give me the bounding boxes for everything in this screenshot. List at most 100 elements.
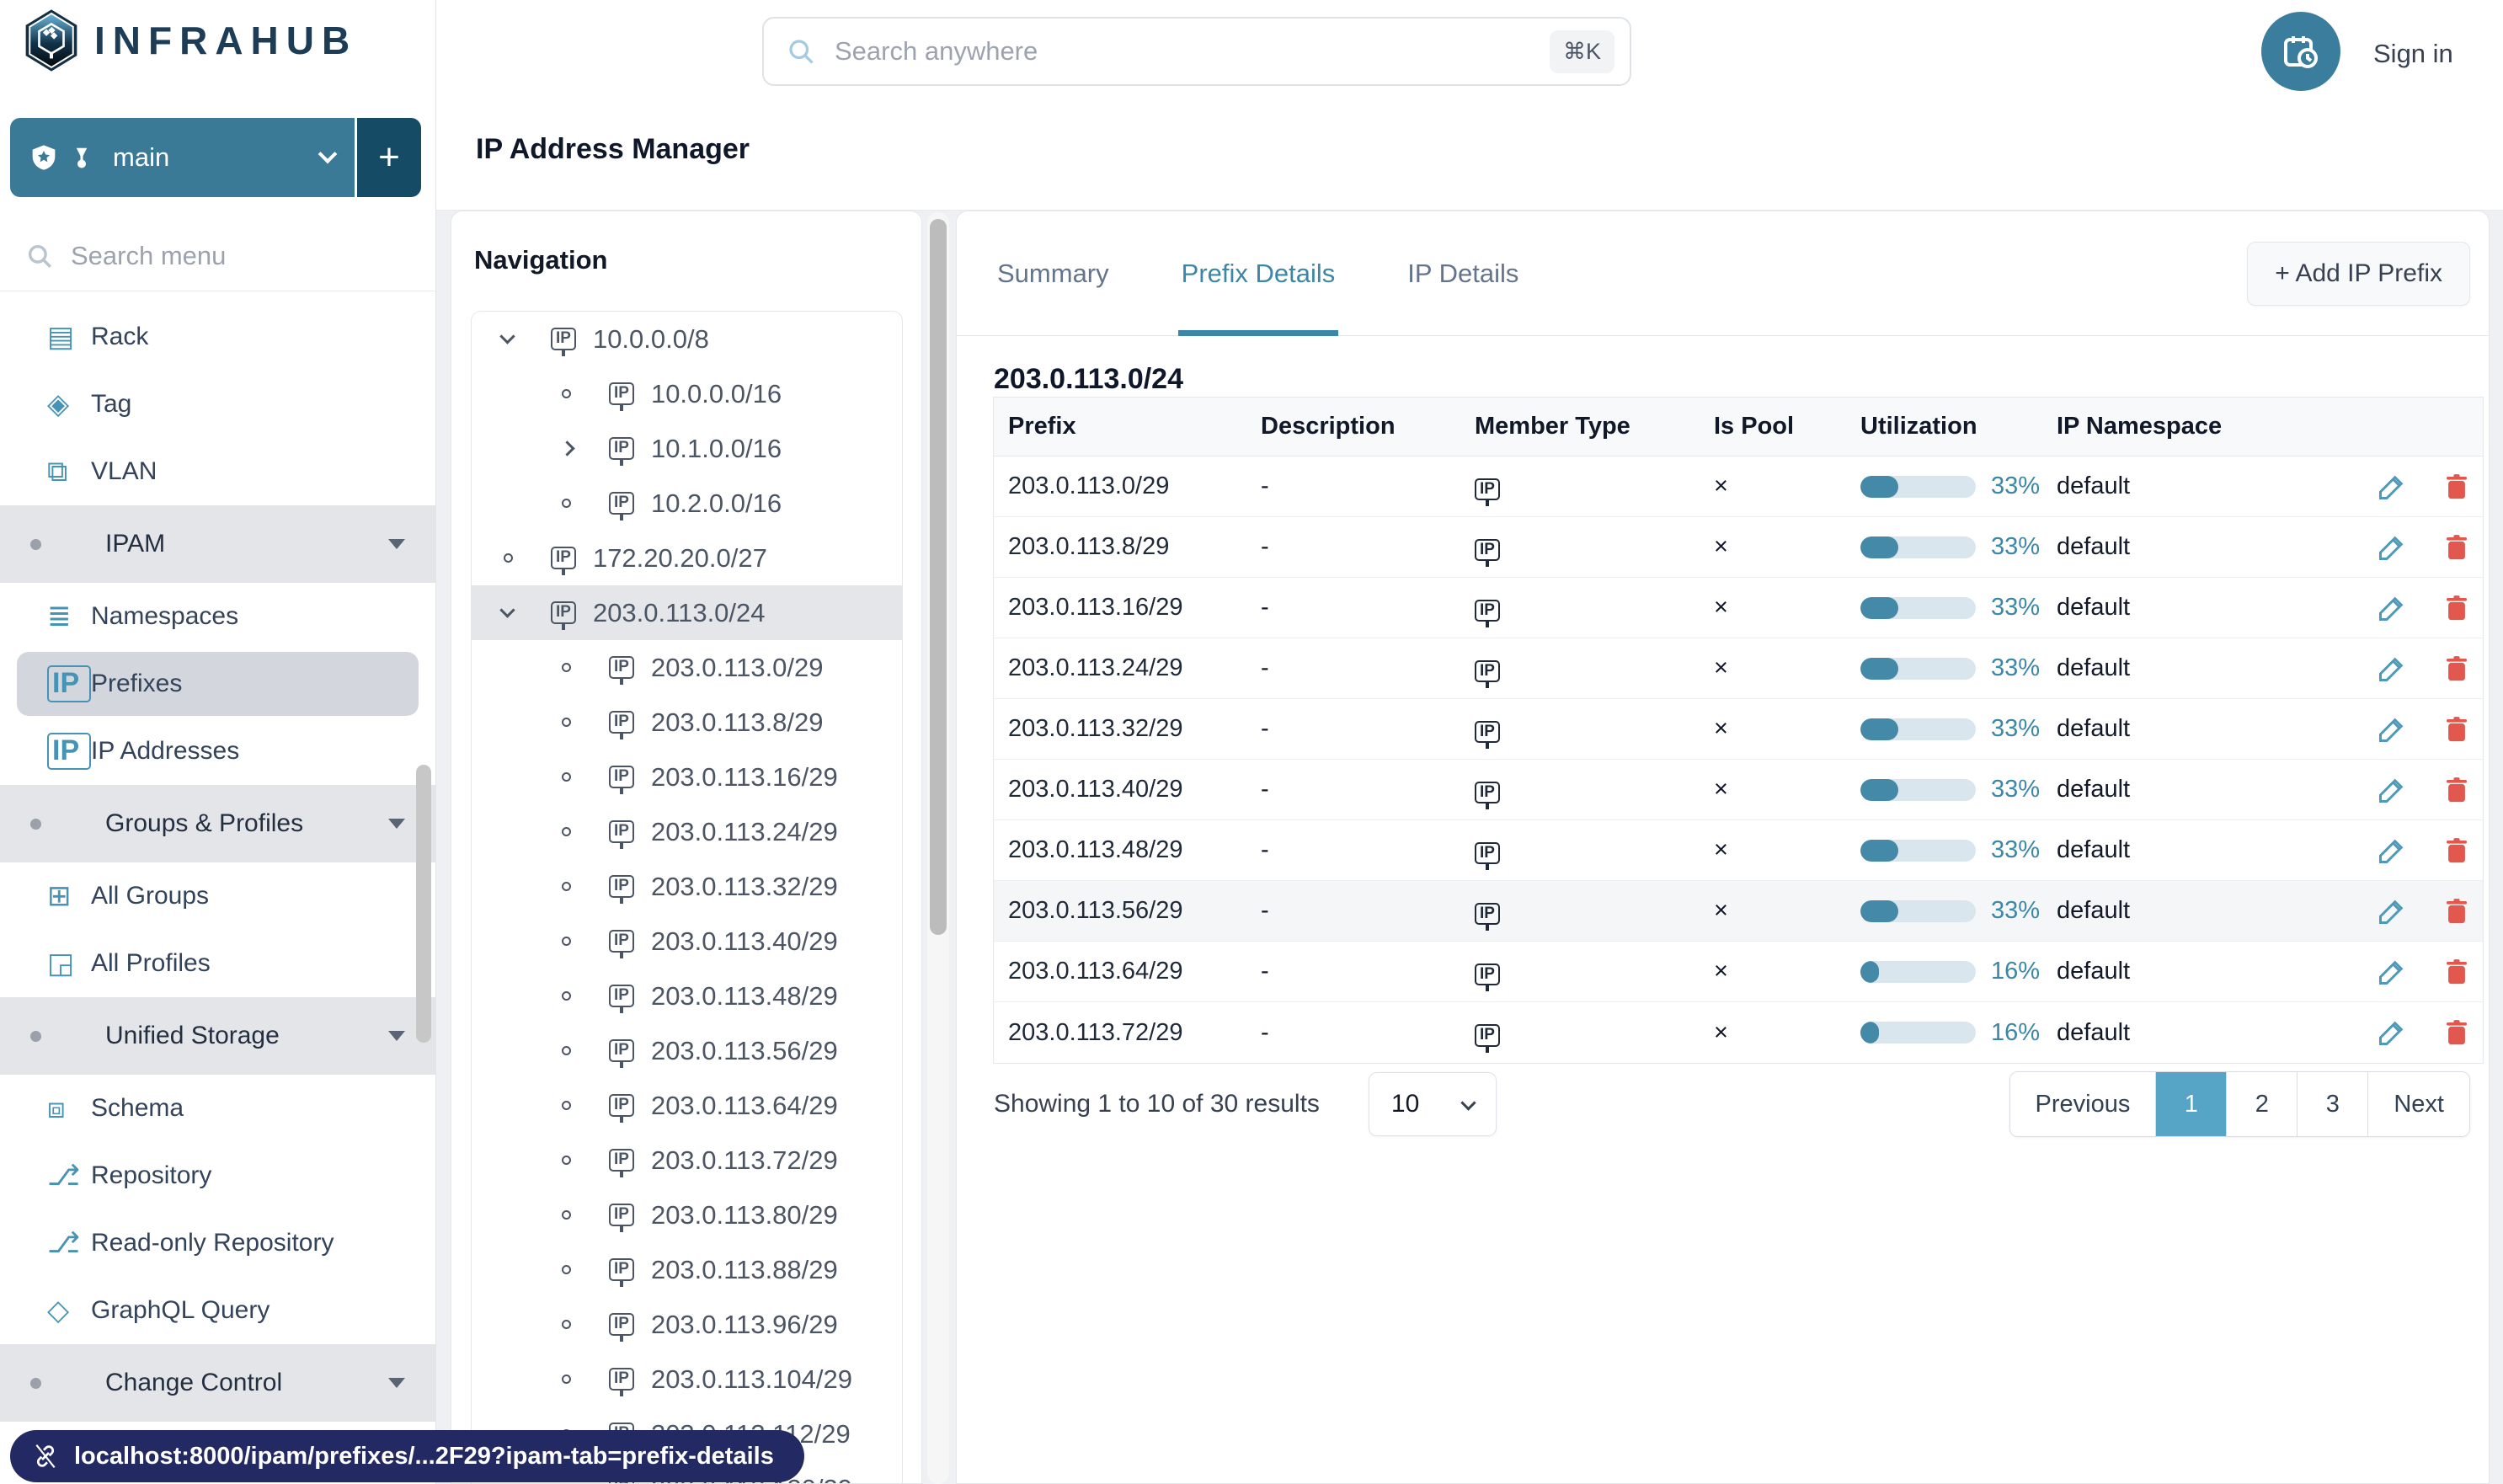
delete-button[interactable] [2442, 835, 2471, 866]
tree-marker[interactable] [560, 389, 609, 398]
sidebar-item[interactable]: ≣ Namespaces [0, 583, 435, 650]
tree-marker[interactable] [560, 1046, 609, 1055]
branch-selector[interactable]: main [10, 118, 355, 197]
delete-button[interactable] [2442, 714, 2471, 745]
sidebar-item[interactable]: ▤ Rack [0, 303, 435, 371]
delete-button[interactable] [2442, 1017, 2471, 1048]
tree-item[interactable]: IP 203.0.113.48/29 [472, 969, 902, 1023]
table-row[interactable]: 203.0.113.24/29 - IP × 33% default [994, 638, 2483, 699]
tree-item[interactable]: IP 203.0.113.80/29 [472, 1188, 902, 1242]
global-search-input[interactable]: Search anywhere ⌘K [762, 17, 1631, 86]
page-size-select[interactable]: 10 [1368, 1072, 1497, 1136]
tree-item[interactable]: IP 10.0.0.0/16 [472, 366, 902, 421]
tree-marker[interactable] [560, 718, 609, 727]
table-row[interactable]: 203.0.113.0/29 - IP × 33% default [994, 456, 2483, 517]
table-row[interactable]: 203.0.113.48/29 - IP × 33% default [994, 820, 2483, 881]
tree-item[interactable]: IP 203.0.113.0/29 [472, 640, 902, 695]
delete-button[interactable] [2442, 532, 2471, 563]
tree-item[interactable]: IP 203.0.113.72/29 [472, 1133, 902, 1188]
tree-marker[interactable] [560, 827, 609, 836]
tree-marker[interactable] [499, 328, 551, 344]
tree-marker[interactable] [560, 991, 609, 1001]
tab[interactable]: IP Details [1404, 211, 1522, 336]
sidebar-item[interactable]: ⎇ Repository [0, 1142, 435, 1209]
delete-button[interactable] [2442, 957, 2471, 987]
table-row[interactable]: 203.0.113.16/29 - IP × 33% default [994, 578, 2483, 638]
page-button[interactable]: Previous [2009, 1072, 2157, 1136]
add-branch-button[interactable]: + [357, 118, 421, 197]
page-button[interactable]: 1 [2156, 1072, 2228, 1136]
page-button[interactable]: Next [2368, 1072, 2469, 1136]
tab[interactable]: Prefix Details [1177, 211, 1339, 336]
delete-button[interactable] [2442, 472, 2471, 502]
sidebar-item[interactable]: Groups & Profiles [0, 785, 435, 862]
menu-search-input[interactable]: Search menu [0, 221, 436, 291]
sidebar-item[interactable]: ◇ GraphQL Query [0, 1277, 435, 1344]
tree-marker[interactable] [560, 1265, 609, 1274]
delete-button[interactable] [2442, 593, 2471, 623]
tree-marker[interactable] [560, 882, 609, 891]
edit-button[interactable] [2377, 835, 2407, 866]
tree-marker[interactable] [559, 440, 609, 456]
tree-item[interactable]: IP 10.2.0.0/16 [472, 476, 902, 531]
table-row[interactable]: 203.0.113.40/29 - IP × 33% default [994, 760, 2483, 820]
table-row[interactable]: 203.0.113.64/29 - IP × 16% default [994, 942, 2483, 1002]
edit-button[interactable] [2377, 593, 2407, 623]
tree-item[interactable]: IP 203.0.113.16/29 [472, 750, 902, 804]
tree-marker[interactable] [560, 1320, 609, 1329]
navigation-scrollbar-thumb[interactable] [930, 219, 947, 935]
tree-item[interactable]: IP 10.0.0.0/8 [472, 312, 902, 366]
delete-button[interactable] [2442, 896, 2471, 926]
sign-in-link[interactable]: Sign in [2373, 0, 2453, 108]
table-row[interactable]: 203.0.113.56/29 - IP × 33% default [994, 881, 2483, 942]
tree-marker[interactable] [560, 937, 609, 946]
edit-button[interactable] [2377, 775, 2407, 805]
tree-item[interactable]: IP 203.0.113.24/29 [472, 804, 902, 859]
tree-item[interactable]: IP 203.0.113.8/29 [472, 695, 902, 750]
edit-button[interactable] [2377, 1017, 2407, 1048]
sidebar-item[interactable]: ⎇ Read-only Repository [0, 1209, 435, 1277]
edit-button[interactable] [2377, 714, 2407, 745]
sidebar-item[interactable]: ◲ All Profiles [0, 930, 435, 997]
tree-item[interactable]: IP 203.0.113.0/24 [472, 585, 902, 640]
delete-button[interactable] [2442, 775, 2471, 805]
tree-marker[interactable] [560, 663, 609, 672]
tree-item[interactable]: IP 172.20.20.0/27 [472, 531, 902, 585]
edit-button[interactable] [2377, 654, 2407, 684]
delete-button[interactable] [2442, 654, 2471, 684]
tree-item[interactable]: IP 203.0.113.104/29 [472, 1352, 902, 1407]
app-logo[interactable]: INFRAHUB [24, 8, 357, 72]
tree-item[interactable]: IP 203.0.113.40/29 [472, 914, 902, 969]
edit-button[interactable] [2377, 472, 2407, 502]
tree-marker[interactable] [560, 1375, 609, 1384]
tree-marker[interactable] [502, 553, 551, 563]
table-row[interactable]: 203.0.113.32/29 - IP × 33% default [994, 699, 2483, 760]
tree-item[interactable]: IP 203.0.113.32/29 [472, 859, 902, 914]
tree-item[interactable]: IP 203.0.113.56/29 [472, 1023, 902, 1078]
sidebar-item[interactable]: IP Prefixes [17, 652, 419, 716]
table-row[interactable]: 203.0.113.8/29 - IP × 33% default [994, 517, 2483, 578]
navigation-scrollbar[interactable] [927, 212, 949, 1484]
tree-item[interactable]: IP 203.0.113.88/29 [472, 1242, 902, 1297]
edit-button[interactable] [2377, 896, 2407, 926]
tab[interactable]: Summary [994, 211, 1113, 336]
tree-item[interactable]: IP 203.0.113.96/29 [472, 1297, 902, 1352]
edit-button[interactable] [2377, 957, 2407, 987]
sidebar-item[interactable]: ◈ Tag [0, 371, 435, 438]
sidebar-item[interactable]: IPAM [0, 505, 435, 583]
page-button[interactable]: 2 [2227, 1072, 2298, 1136]
tree-marker[interactable] [560, 1210, 609, 1220]
tree-item[interactable]: IP 203.0.113.64/29 [472, 1078, 902, 1133]
add-ip-prefix-button[interactable]: + Add IP Prefix [2247, 242, 2470, 306]
tree-marker[interactable] [560, 1156, 609, 1165]
sidebar-item[interactable]: ⧉ VLAN [0, 438, 435, 505]
sidebar-item[interactable]: IP IP Addresses [0, 718, 435, 785]
sidebar-scrollbar-thumb[interactable] [416, 765, 431, 1043]
table-row[interactable]: 203.0.113.72/29 - IP × 16% default [994, 1002, 2483, 1063]
page-button[interactable]: 3 [2298, 1072, 2369, 1136]
sidebar-item[interactable]: ⧈ Schema [0, 1075, 435, 1142]
tree-marker[interactable] [560, 772, 609, 782]
tree-marker[interactable] [560, 1101, 609, 1110]
time-travel-button[interactable] [2261, 12, 2340, 91]
sidebar-item[interactable]: Unified Storage [0, 997, 435, 1075]
